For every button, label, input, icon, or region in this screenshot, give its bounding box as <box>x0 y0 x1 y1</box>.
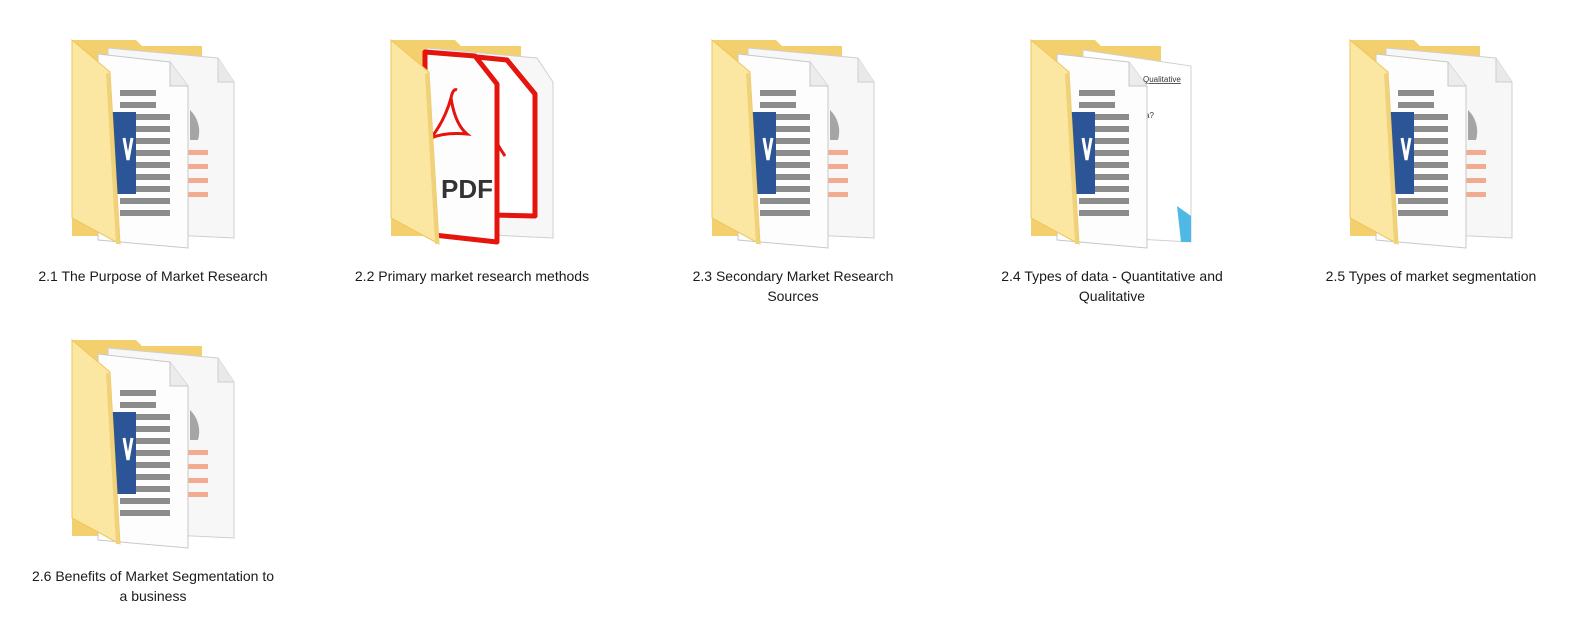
folder-label: 2.3 Secondary Market Research Sources <box>692 268 894 304</box>
svg-text:PDF: PDF <box>441 174 493 204</box>
folder-word-icon <box>28 310 278 565</box>
folder-label: 2.2 Primary market research methods <box>354 268 590 284</box>
folder-item-2-2[interactable]: PDF 2.2 Primary market research methods <box>347 10 597 300</box>
folder-item-2-5[interactable]: 2.5 Types of market segmentation <box>1306 10 1556 300</box>
folder-word-icon <box>1306 10 1556 265</box>
folder-doc-preview-icon: Qualitative a? <box>987 10 1237 265</box>
folder-label: 2.6 Benefits of Market Segmentation to a… <box>31 568 275 604</box>
folder-label: 2.5 Types of market segmentation <box>1325 268 1537 284</box>
folder-word-icon <box>28 10 278 265</box>
folder-item-2-1[interactable]: 2.1 The Purpose of Market Research <box>28 10 278 300</box>
folder-label: 2.1 The Purpose of Market Research <box>38 268 268 284</box>
folder-pdf-icon: PDF <box>347 10 597 265</box>
folder-item-2-4[interactable]: Qualitative a? 2.4 Types of data - Quant… <box>987 10 1237 304</box>
folder-item-2-6[interactable]: 2.6 Benefits of Market Segmentation to a… <box>28 310 278 604</box>
folder-word-icon <box>668 10 918 265</box>
folder-label: 2.4 Types of data - Quantitative and Qua… <box>1001 268 1223 304</box>
preview-text-qualitative: Qualitative <box>1143 75 1181 84</box>
folder-item-2-3[interactable]: 2.3 Secondary Market Research Sources <box>668 10 918 304</box>
file-explorer-grid: 2.1 The Purpose of Market Research PDF 2… <box>0 0 1586 619</box>
